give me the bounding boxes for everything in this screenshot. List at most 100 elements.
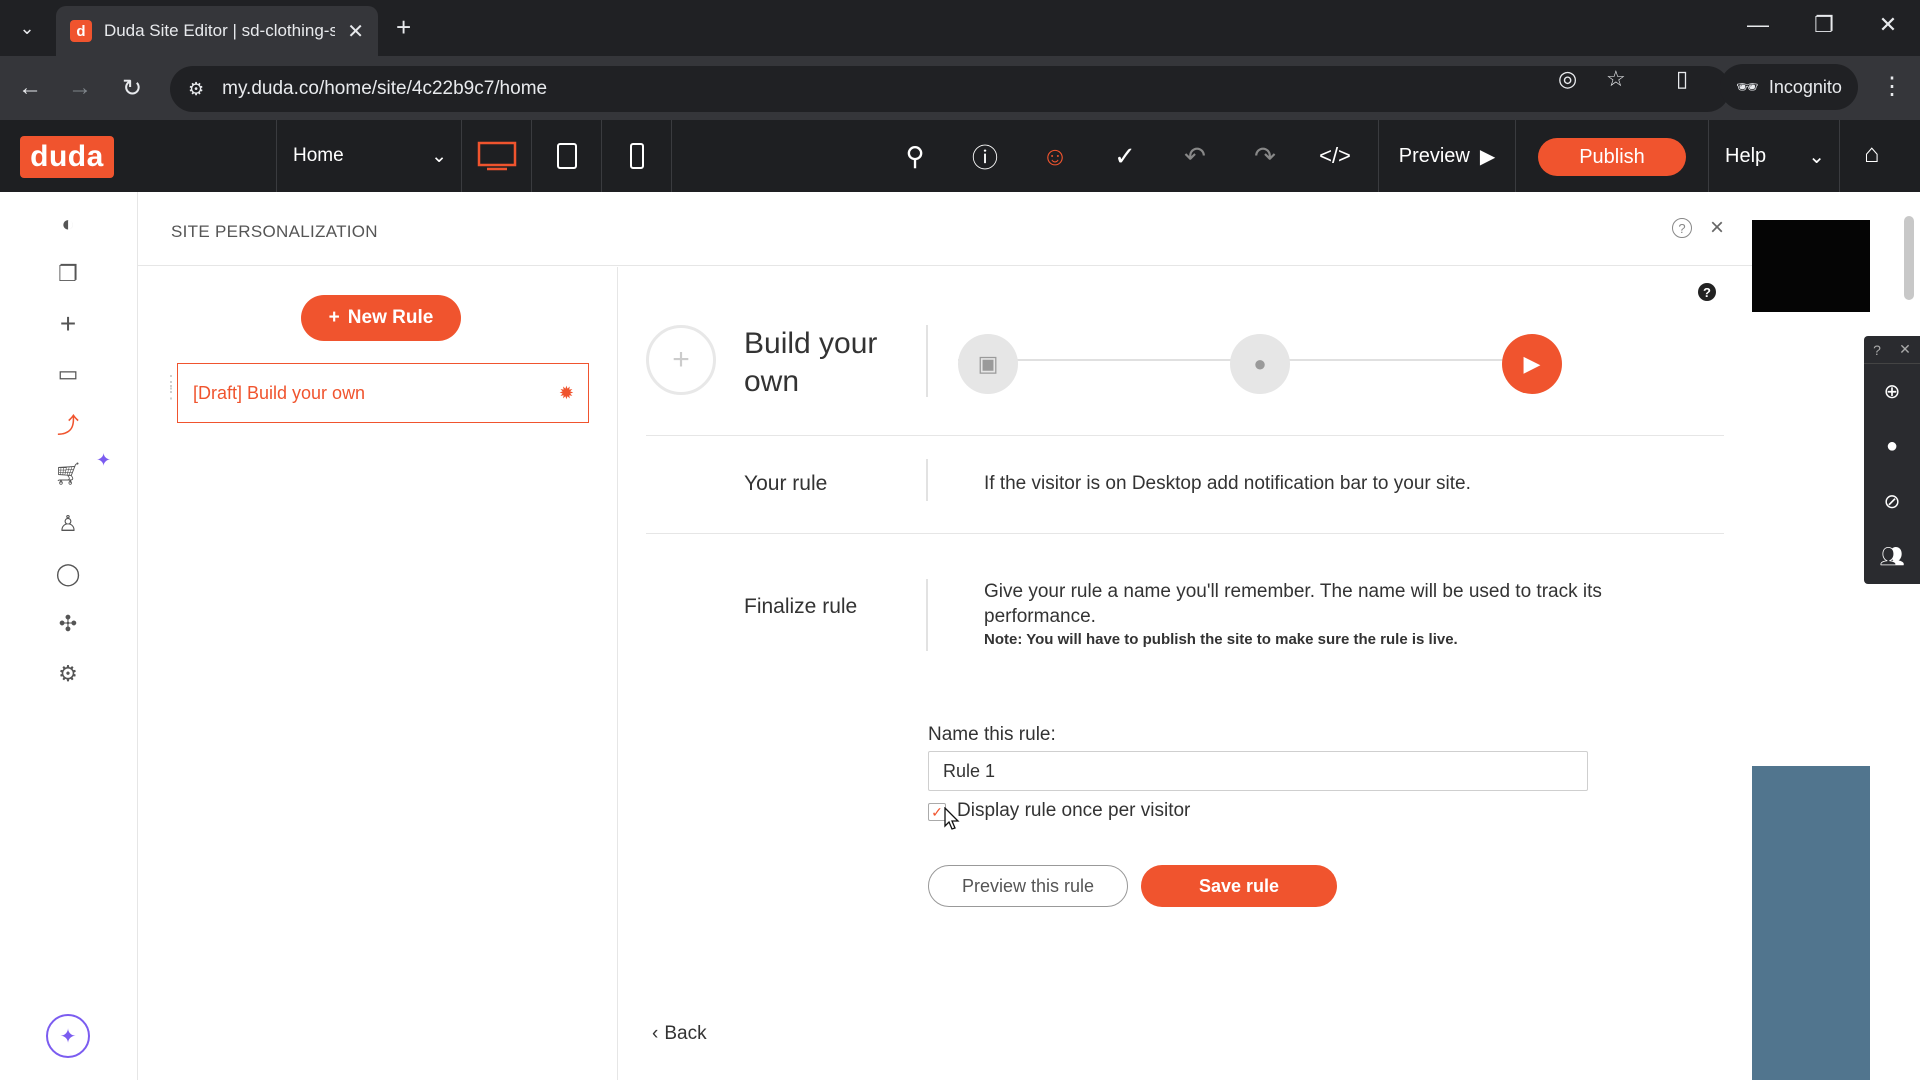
- duda-logo[interactable]: duda: [20, 136, 114, 178]
- browser-tab-bar: ⌄ d Duda Site Editor | sd-clothing-s ✕ +…: [0, 0, 1920, 56]
- incognito-badge[interactable]: 🕶 Incognito: [1720, 64, 1858, 110]
- hide-icon[interactable]: ⊘: [1864, 474, 1920, 529]
- finalize-description: Give your rule a name you'll remember. T…: [984, 581, 1602, 627]
- search-icon[interactable]: ⚲: [880, 120, 950, 192]
- undo-icon[interactable]: ↶: [1160, 120, 1230, 192]
- address-bar[interactable]: ⚙ my.duda.co/home/site/4c22b9c7/home: [170, 66, 1730, 112]
- puzzle-icon[interactable]: ✣: [52, 608, 84, 640]
- restore-icon[interactable]: ❐: [1804, 12, 1844, 38]
- tab-search-dropdown-icon[interactable]: ⌄: [8, 10, 46, 46]
- bookmark-star-icon[interactable]: ☆: [1606, 66, 1626, 92]
- folder-icon[interactable]: ▭: [52, 358, 84, 390]
- desktop-view-icon[interactable]: [462, 120, 532, 192]
- floating-toolbar: ? ✕ ⊕ ● ⊘ 👥︎: [1864, 336, 1920, 584]
- eye-off-icon[interactable]: ◎: [1558, 66, 1577, 92]
- preview-button[interactable]: Preview ▶: [1378, 120, 1516, 192]
- step-action-icon[interactable]: ●: [1230, 334, 1290, 394]
- add-icon[interactable]: +: [52, 308, 84, 340]
- back-icon[interactable]: ←: [10, 74, 50, 102]
- site-section-block: [1752, 766, 1870, 1080]
- zoom-in-icon[interactable]: ⊕: [1864, 364, 1920, 419]
- panel-header: SITE PERSONALIZATION ? ×: [138, 192, 1752, 266]
- mouse-cursor-icon: [944, 807, 960, 830]
- site-info-icon[interactable]: ⚙: [188, 79, 204, 100]
- check-icon[interactable]: ✓: [1090, 120, 1160, 192]
- divider: [926, 579, 928, 651]
- divider: [646, 533, 1724, 534]
- duda-favicon-icon: d: [70, 20, 92, 42]
- redo-icon[interactable]: ↷: [1230, 120, 1300, 192]
- incognito-label: Incognito: [1768, 76, 1842, 97]
- publish-button[interactable]: Publish: [1538, 138, 1686, 176]
- plus-icon: +: [328, 307, 340, 328]
- rule-item-draft[interactable]: [Draft] Build your own ✹: [177, 363, 589, 423]
- panel-title: SITE PERSONALIZATION: [171, 222, 378, 241]
- minimize-icon[interactable]: —: [1738, 12, 1778, 38]
- code-icon[interactable]: </>: [1300, 120, 1370, 192]
- help-icon[interactable]: ?: [1698, 283, 1716, 301]
- tab-title: Duda Site Editor | sd-clothing-s: [103, 21, 336, 40]
- your-rule-text: If the visitor is on Desktop add notific…: [984, 473, 1471, 494]
- url-text[interactable]: my.duda.co/home/site/4c22b9c7/home: [222, 78, 547, 100]
- rule-type-title: Build your own: [744, 327, 878, 398]
- preview-rule-button[interactable]: Preview this rule: [928, 865, 1128, 907]
- palette-icon[interactable]: ◐: [52, 208, 84, 240]
- help-icon[interactable]: ?: [1873, 342, 1881, 358]
- pages-icon[interactable]: ❐: [52, 258, 84, 290]
- gear-icon[interactable]: ✹: [559, 383, 574, 404]
- rules-list: + New Rule ⋮ ⋮ [Draft] Build your own ✹: [138, 267, 618, 1080]
- window-close-icon[interactable]: ✕: [1868, 12, 1908, 38]
- personalization-panel: SITE PERSONALIZATION ? × + New Rule ⋮ ⋮ […: [138, 192, 1752, 1080]
- divider: [646, 435, 1724, 436]
- help-menu[interactable]: Help ⌄: [1708, 120, 1840, 192]
- incognito-icon: 🕶: [1736, 76, 1759, 97]
- tab-close-icon[interactable]: ✕: [347, 19, 364, 44]
- display-once-label[interactable]: Display rule once per visitor: [957, 800, 1190, 822]
- finalize-rule-label: Finalize rule: [744, 595, 858, 618]
- play-icon: ▶: [1479, 145, 1496, 168]
- side-panel-icon[interactable]: ▯: [1676, 66, 1688, 92]
- preview-label: Preview: [1398, 144, 1470, 167]
- panel-close-icon[interactable]: ×: [1710, 214, 1724, 242]
- step-finalize-icon[interactable]: ▶: [1502, 334, 1562, 394]
- finalize-note: Note: You will have to publish the site …: [984, 631, 1458, 648]
- help-label: Help: [1725, 144, 1767, 167]
- personalization-icon[interactable]: ⤴: [52, 408, 84, 440]
- save-rule-button[interactable]: Save rule: [1141, 865, 1337, 907]
- floating-toolbar-header: ? ✕: [1864, 336, 1920, 364]
- divider: [926, 325, 928, 397]
- info-icon[interactable]: ⓘ: [950, 120, 1020, 192]
- settings-icon[interactable]: ⚙: [52, 658, 84, 690]
- tablet-view-icon[interactable]: [532, 120, 602, 192]
- rule-item-label: [Draft] Build your own: [193, 382, 366, 403]
- your-rule-label: Your rule: [744, 472, 828, 495]
- mobile-view-icon[interactable]: [602, 120, 672, 192]
- comments-icon[interactable]: ☺: [1020, 120, 1090, 192]
- browser-menu-icon[interactable]: ⋮: [1880, 72, 1904, 101]
- new-tab-icon[interactable]: +: [396, 12, 411, 43]
- panel-help-icon[interactable]: ?: [1672, 218, 1692, 238]
- divider: [926, 459, 928, 501]
- step-condition-icon[interactable]: ▣: [958, 334, 1018, 394]
- site-header-block: [1752, 220, 1870, 312]
- rule-type-plus-icon: +: [646, 325, 716, 395]
- forward-icon[interactable]: →: [60, 74, 100, 102]
- home-icon[interactable]: ⌂: [1864, 138, 1880, 169]
- comment-icon[interactable]: ●: [1864, 419, 1920, 474]
- user-icon[interactable]: ♙: [52, 508, 84, 540]
- scrollbar-thumb[interactable]: [1904, 216, 1914, 300]
- rule-name-input[interactable]: [928, 751, 1588, 791]
- chat-icon[interactable]: ◯: [52, 558, 84, 590]
- cart-icon[interactable]: 🛒︎: [52, 458, 84, 490]
- name-rule-label: Name this rule:: [928, 724, 1056, 745]
- chevron-down-icon: ⌄: [431, 145, 447, 167]
- reload-icon[interactable]: ↻: [112, 74, 152, 103]
- new-rule-button[interactable]: + New Rule: [301, 295, 461, 341]
- browser-tab[interactable]: d Duda Site Editor | sd-clothing-s ✕: [56, 6, 378, 56]
- page-selector[interactable]: Home ⌄: [276, 120, 462, 192]
- back-link[interactable]: ‹ Back: [652, 1023, 707, 1045]
- close-icon[interactable]: ✕: [1899, 341, 1911, 358]
- ai-assistant-icon[interactable]: ✦: [46, 1014, 90, 1058]
- chevron-left-icon: ‹: [652, 1023, 659, 1044]
- team-icon[interactable]: 👥︎: [1864, 529, 1920, 584]
